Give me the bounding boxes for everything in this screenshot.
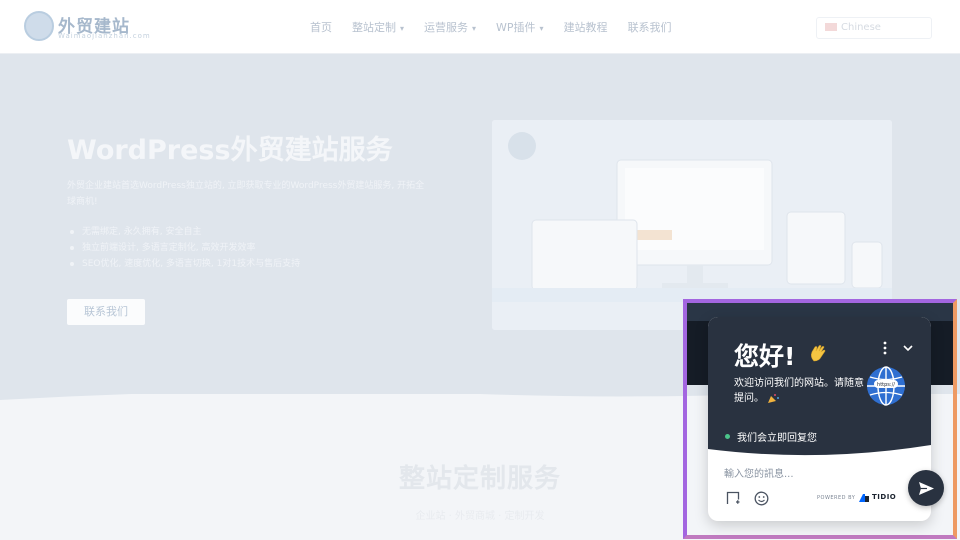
list-item: SEO优化, 速度优化, 多语言切换, 1对1技术与售后支持 — [69, 256, 300, 272]
flag-icon — [825, 23, 837, 31]
powered-by-label: POWERED BY — [817, 495, 856, 501]
online-dot-icon — [725, 434, 730, 439]
language-label: Chinese — [841, 22, 881, 33]
chevron-down-icon: ▾ — [400, 24, 405, 33]
avatar-url-text: https:// — [877, 382, 895, 388]
hero-description: 外贸企业建站首选WordPress独立站的, 立即获取专业的WordPress外… — [67, 181, 425, 207]
chevron-down-icon: ▾ — [472, 24, 477, 33]
logo-subtitle: Waimaojianzhan.com — [58, 32, 151, 40]
chat-welcome-message: 欢迎访问我们的网站。请随意提问。 — [734, 378, 864, 404]
nav-item-custom-site[interactable]: 整站定制 ▾ — [352, 19, 404, 35]
emoji-icon[interactable] — [754, 491, 769, 506]
language-selector[interactable]: Chinese — [816, 17, 932, 39]
chat-widget: 您好! 欢迎访问我们的网站。请随意提问。 https:// 我们会立即回复您 輸… — [708, 317, 931, 521]
chevron-down-icon: ▾ — [539, 24, 544, 33]
main-navigation: 首页 整站定制 ▾ 运营服务 ▾ WP插件 ▾ 建站教程 联系我们 — [310, 19, 672, 35]
nav-item-contact[interactable]: 联系我们 — [628, 19, 672, 35]
send-message-button[interactable] — [908, 470, 944, 506]
tidio-logo-icon — [859, 494, 869, 502]
site-logo[interactable]: 外贸建站 Waimaojianzhan.com — [24, 10, 154, 44]
attachment-icon[interactable] — [726, 491, 740, 505]
party-popper-icon — [768, 393, 780, 403]
list-item: 独立前端设计, 多语言定制化, 高效开发效率 — [69, 240, 300, 256]
nav-item-operations[interactable]: 运营服务 ▾ — [424, 19, 476, 35]
hero-feature-list: 无需绑定, 永久拥有, 安全自主 独立前端设计, 多语言定制化, 高效开发效率 … — [69, 224, 300, 272]
contact-us-button[interactable]: 联系我们 — [67, 299, 145, 325]
globe-avatar-icon: https:// — [867, 366, 905, 406]
send-icon — [919, 482, 934, 495]
tidio-brand-name: TIDIO — [872, 493, 897, 501]
nav-item-plugins[interactable]: WP插件 ▾ — [496, 19, 544, 35]
nav-item-home[interactable]: 首页 — [310, 19, 332, 35]
hero-title: WordPress外贸建站服务 — [67, 135, 393, 166]
list-item: 无需绑定, 永久拥有, 安全自主 — [69, 224, 300, 240]
site-header: 外贸建站 Waimaojianzhan.com 首页 整站定制 ▾ 运营服务 ▾ W… — [0, 0, 960, 54]
message-input[interactable] — [724, 465, 874, 483]
waving-hand-icon — [811, 345, 826, 362]
more-options-icon[interactable] — [880, 341, 890, 355]
globe-logo-icon — [24, 11, 54, 41]
nav-item-tutorials[interactable]: 建站教程 — [564, 19, 608, 35]
chat-greeting: 您好! — [734, 342, 796, 371]
minimize-chevron-icon[interactable] — [902, 343, 914, 353]
